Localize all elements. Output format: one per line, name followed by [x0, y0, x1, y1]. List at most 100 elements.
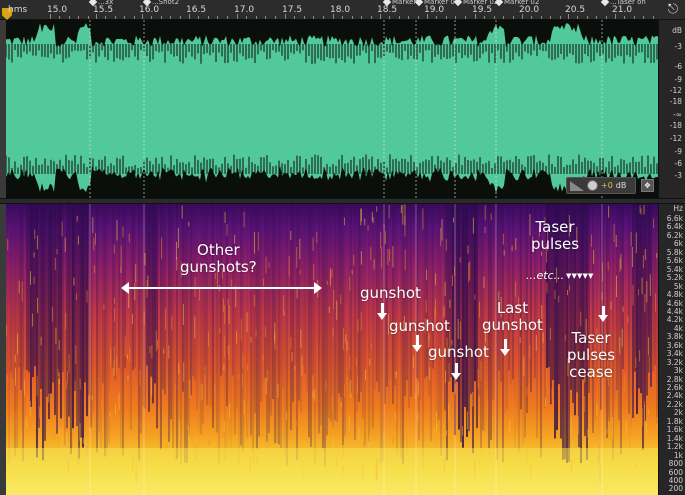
spectrogram-streak [655, 293, 657, 312]
spectrogram-streak [283, 310, 285, 317]
spectrogram-streak [376, 206, 378, 212]
ruler-marker[interactable]: Marker 02 [494, 0, 539, 7]
spectrogram-streak [139, 370, 141, 386]
ruler-marker[interactable]: Marker 01 [414, 0, 459, 7]
spectrogram-streak [109, 391, 111, 409]
spectrogram-streak [396, 433, 398, 439]
spectrogram-column [214, 204, 216, 383]
spectrogram-streak [263, 400, 265, 412]
spectrogram-column [112, 204, 114, 368]
spectrogram-streak [163, 348, 165, 354]
spectrogram-streak [224, 304, 226, 325]
marker-diamond-icon[interactable] [453, 0, 463, 7]
spectrogram-streak [369, 358, 371, 366]
spectrogram-streak [342, 328, 344, 350]
marker-label[interactable]: Marker 02 [504, 0, 539, 6]
marker-label[interactable]: ...Taser on [610, 0, 646, 6]
spectrogram-streak [445, 370, 446, 383]
spectrogram-column [220, 204, 222, 377]
fade-ramp-icon [570, 180, 584, 191]
spectrogram-streak [346, 341, 348, 351]
spectrogram-streak [56, 249, 58, 255]
spectrogram-streak [615, 235, 617, 247]
spectrogram-streak [120, 245, 122, 267]
spectrogram-streak [228, 345, 230, 360]
marker-label[interactable]: Marker 02 [463, 0, 498, 6]
spectrogram-column [624, 204, 626, 439]
marker-diamond-icon[interactable] [142, 0, 152, 7]
spectrogram-streak [171, 315, 173, 330]
spectrogram-streak [74, 380, 76, 395]
spectrogram-streak [608, 205, 610, 218]
ruler-marker[interactable]: ...Taser on [600, 0, 646, 7]
hz-scale: Hz 6.6k 6.4k 6.2k 6k 5.8k 5.6k 5.4k 5.2k 5k 4.8k 4.… [658, 204, 685, 495]
volume-knob[interactable] [587, 180, 598, 191]
spectrogram-streak [360, 208, 362, 222]
marker-label[interactable]: ...Shot2 [152, 0, 179, 6]
ruler-minor-tick [652, 16, 654, 19]
spectrogram-column [138, 204, 140, 460]
ruler-tick [189, 14, 190, 19]
ruler-marker[interactable]: Marker 02 [453, 0, 498, 7]
spectrogram-column [80, 204, 82, 438]
spectrogram-streak [84, 410, 86, 430]
spectrogram-streak [355, 357, 357, 367]
marker-diamond-icon[interactable] [494, 0, 504, 7]
spectrogram-streak [113, 360, 115, 376]
spectrogram-streak [558, 295, 560, 303]
ruler-minor-tick [464, 16, 466, 19]
waveform-view[interactable] [6, 20, 658, 198]
spectrogram-streak [36, 375, 38, 397]
spectrogram-streak [242, 374, 244, 387]
volume-hud[interactable]: +0 dB [566, 177, 636, 194]
marker-diamond-icon[interactable] [88, 0, 98, 7]
spectrogram-column [42, 204, 44, 461]
db-scale-label: dB [672, 26, 682, 35]
spectrogram-streak [226, 430, 228, 448]
marker-diamond-icon[interactable] [382, 0, 392, 7]
spectrogram-streak [15, 367, 16, 386]
spectrogram-streak [639, 205, 641, 214]
ruler-marker[interactable]: ...3x [88, 0, 113, 7]
spectrogram-streak [395, 370, 397, 376]
spectrogram-streak [644, 405, 645, 421]
spectrogram-streak [263, 278, 265, 287]
spectrogram-column [344, 204, 346, 437]
spectrogram-column [364, 204, 366, 446]
spectrogram-streak [333, 290, 335, 310]
time-ruler[interactable]: hms ⎋ 15.0 15.5 16.0 16.5 17.0 17.5 18.0 18.5 19… [0, 0, 685, 20]
waveform-graph [6, 20, 658, 198]
spectrogram-column [156, 204, 158, 429]
ruler-minor-tick [540, 16, 542, 19]
marker-diamond-icon[interactable] [600, 0, 610, 7]
headphones-icon[interactable]: ⎋ [665, 2, 681, 18]
spectrogram-streak [110, 347, 111, 366]
spectrogram-streak [54, 257, 56, 271]
pin-hud-button[interactable]: ❖ [641, 179, 654, 192]
range-arrow [121, 282, 322, 294]
spectrogram-column [368, 204, 370, 442]
spectrogram-streak [71, 428, 73, 448]
spectrogram-column [70, 204, 72, 454]
ruler-minor-tick [217, 16, 219, 19]
marker-label[interactable]: ...3x [98, 0, 113, 6]
spectrogram-column [58, 204, 60, 379]
spectrogram-streak [290, 230, 292, 240]
spectrogram-streak [204, 366, 206, 373]
annotation-etc: ...etc... [526, 269, 565, 282]
spectrogram-streak [349, 276, 351, 291]
spectrogram-streak [249, 438, 251, 448]
ruler-minor-tick [226, 16, 228, 19]
ruler-minor-tick [633, 16, 635, 19]
ruler-minor-tick [512, 16, 514, 19]
spectrogram-streak [31, 313, 33, 327]
marker-diamond-icon[interactable] [414, 0, 424, 7]
spectrogram-column [102, 204, 104, 384]
spectrogram-streak [93, 237, 95, 251]
spectrogram-streak [312, 237, 314, 251]
ruler-marker[interactable]: ...Shot2 [142, 0, 179, 7]
db-scale-label: -3 [674, 171, 682, 180]
ruler-minor-tick [342, 16, 344, 19]
spectrogram-column [110, 204, 112, 369]
spectrogram-streak [440, 227, 442, 247]
